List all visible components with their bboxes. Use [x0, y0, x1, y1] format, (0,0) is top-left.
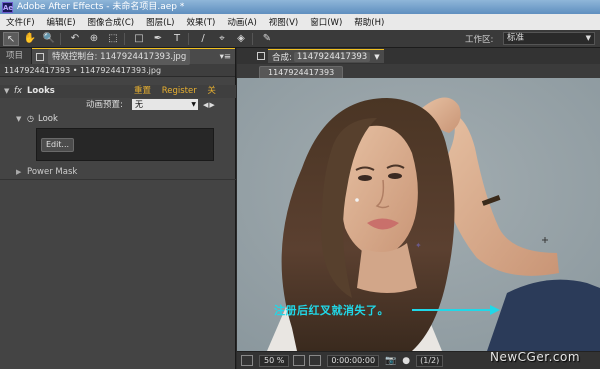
- rotate-tool-icon[interactable]: ↶: [67, 32, 83, 46]
- menu-view[interactable]: 视图(V): [263, 16, 304, 28]
- rectangle-mask-tool-icon[interactable]: □: [131, 32, 147, 46]
- menu-help[interactable]: 帮助(H): [348, 16, 390, 28]
- chevron-down-icon: ▼: [585, 34, 591, 42]
- menu-edit[interactable]: 编辑(E): [41, 16, 82, 28]
- composition-tab-prefix: 合成:: [272, 52, 292, 63]
- panel-lock-icon[interactable]: [257, 52, 265, 60]
- always-preview-icon[interactable]: [241, 355, 253, 366]
- panel-menu-icon[interactable]: ▾≡: [220, 49, 231, 65]
- toolbar-divider: [124, 32, 125, 45]
- fx-toggle-icon[interactable]: fx: [14, 85, 22, 98]
- hand-tool-icon[interactable]: ✋: [22, 32, 38, 46]
- eraser-tool-icon[interactable]: ◈: [233, 32, 249, 46]
- site-watermark: NewCGer.com: [490, 350, 581, 364]
- menu-bar: 文件(F) 编辑(E) 图像合成(C) 图层(L) 效果(T) 动画(A) 视图…: [0, 14, 600, 30]
- right-panel-tabs: 合成: 1147924417393 ▼: [237, 48, 600, 64]
- title-bar: Ae Adobe After Effects - 未命名项目.aep *: [0, 0, 600, 14]
- color-channels-icon[interactable]: ●: [402, 356, 410, 366]
- menu-window[interactable]: 窗口(W): [304, 16, 348, 28]
- safe-zones-icon[interactable]: [293, 355, 306, 366]
- svg-text:✦: ✦: [415, 241, 422, 250]
- tools-toolbar: ↖ ✋ 🔍 ↶ ⊕ ⬚ □ ✒ T / ⌖ ◈ ✎ 工作区: 标准 ▼: [0, 30, 600, 48]
- composition-panel: 合成: 1147924417393 ▼ 1147924417393 ✦ 注册后红…: [237, 48, 600, 369]
- clone-stamp-tool-icon[interactable]: ⌖: [214, 32, 230, 46]
- window-title: Adobe After Effects - 未命名项目.aep *: [17, 2, 185, 12]
- look-property-label: Look: [38, 114, 58, 124]
- divider: [0, 179, 236, 180]
- effect-name: Looks: [27, 86, 55, 96]
- composition-viewer[interactable]: ✦ 注册后红叉就消失了。: [237, 78, 600, 351]
- layer-header: 1147924417393 • 1147924417393.jpg: [0, 64, 235, 77]
- zoom-select[interactable]: 50 %: [259, 354, 290, 367]
- pan-behind-tool-icon[interactable]: ⬚: [105, 32, 121, 46]
- camera-tool-icon[interactable]: ⊕: [86, 32, 102, 46]
- tab-effect-controls-label: 特效控制台: 1147924417393.jpg: [48, 48, 191, 65]
- expand-triangle-icon[interactable]: ▼: [16, 112, 21, 126]
- composition-subtab[interactable]: 1147924417393: [259, 66, 344, 78]
- reset-link[interactable]: 重置: [134, 86, 151, 96]
- annotation-arrow-line: [412, 309, 492, 311]
- composition-subtab-bar: 1147924417393: [237, 64, 600, 78]
- annotation-arrow-head-icon: [490, 305, 500, 315]
- panel-lock-icon[interactable]: [36, 52, 44, 61]
- look-property-row[interactable]: ▼ ◷ Look: [0, 112, 236, 126]
- pen-tool-icon[interactable]: ✒: [150, 32, 166, 46]
- current-time-field[interactable]: 0:00:00:00: [327, 354, 380, 367]
- grid-icon[interactable]: [309, 355, 322, 366]
- tab-composition[interactable]: 合成: 1147924417393 ▼: [268, 49, 384, 63]
- animation-preset-row: 动画预置: 无 ▼ ◀▶: [0, 98, 236, 112]
- after-effects-logo-icon: Ae: [2, 1, 14, 13]
- register-link[interactable]: Register: [162, 86, 197, 96]
- annotation-text: 注册后红叉就消失了。: [274, 304, 389, 317]
- animation-preset-label: 动画预置:: [86, 100, 123, 110]
- chevron-down-icon: ▼: [191, 101, 196, 108]
- zoom-tool-icon[interactable]: 🔍: [41, 32, 57, 46]
- snapshot-camera-icon[interactable]: 📷: [385, 356, 396, 366]
- menu-composition[interactable]: 图像合成(C): [82, 16, 141, 28]
- preset-nav-arrows-icon[interactable]: ◀▶: [203, 98, 216, 112]
- brush-tool-icon[interactable]: /: [195, 32, 211, 46]
- menu-effect[interactable]: 效果(T): [181, 16, 222, 28]
- toolbar-divider: [252, 32, 253, 45]
- stopwatch-icon[interactable]: ◷: [27, 112, 34, 126]
- effect-controls-panel: 项目 特效控制台: 1147924417393.jpg ▾≡ 114792441…: [0, 48, 236, 369]
- animation-preset-value: 无: [135, 100, 143, 109]
- expand-triangle-icon[interactable]: ▼: [4, 85, 9, 98]
- text-tool-icon[interactable]: T: [169, 32, 185, 46]
- toolbar-divider: [188, 32, 189, 45]
- workspace-select[interactable]: 标准 ▼: [503, 32, 595, 45]
- chevron-down-icon[interactable]: ▼: [374, 53, 379, 61]
- menu-file[interactable]: 文件(F): [0, 16, 41, 28]
- menu-animation[interactable]: 动画(A): [221, 16, 262, 28]
- edit-button[interactable]: Edit...: [41, 138, 74, 152]
- menu-layer[interactable]: 图层(L): [140, 16, 180, 28]
- workspace-value: 标准: [507, 33, 525, 43]
- collapse-triangle-icon[interactable]: ▶: [16, 166, 21, 179]
- left-panel-tabs: 项目 特效控制台: 1147924417393.jpg ▾≡: [0, 48, 235, 65]
- workspace-label: 工作区:: [465, 35, 494, 45]
- toolbar-divider: [60, 32, 61, 45]
- look-preview-box: Edit...: [36, 128, 214, 161]
- power-mask-label: Power Mask: [27, 167, 78, 177]
- tab-project[interactable]: 项目: [0, 48, 32, 64]
- tab-effect-controls[interactable]: 特效控制台: 1147924417393.jpg ▾≡: [32, 48, 235, 65]
- animation-preset-select[interactable]: 无 ▼: [132, 99, 198, 110]
- selection-tool-icon[interactable]: ↖: [3, 31, 19, 46]
- resolution-select[interactable]: (1/2): [416, 354, 444, 367]
- composition-tab-name: 1147924417393: [293, 51, 371, 62]
- power-mask-row[interactable]: ▶ Power Mask: [0, 166, 236, 179]
- puppet-pin-tool-icon[interactable]: ✎: [259, 32, 275, 46]
- effect-looks-row[interactable]: ▼ fx Looks 重置 Register 关于...: [0, 85, 236, 109]
